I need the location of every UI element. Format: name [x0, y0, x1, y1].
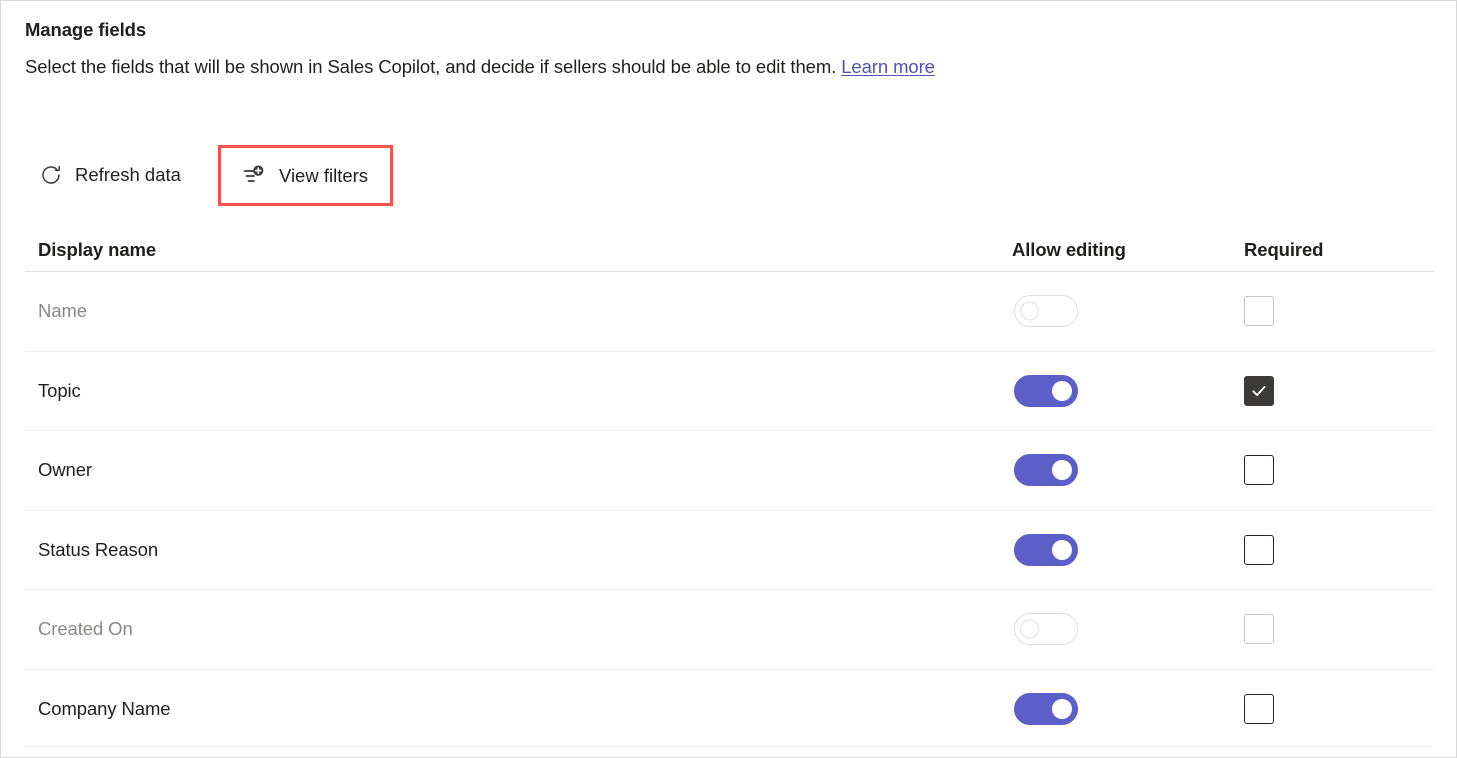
toggle-thumb	[1052, 539, 1072, 560]
table-row: Name	[25, 272, 1434, 352]
refresh-data-button[interactable]: Refresh data	[25, 153, 195, 197]
allow-editing-toggle[interactable]	[1014, 693, 1078, 726]
required-cell	[1234, 375, 1434, 406]
required-checkbox[interactable]	[1244, 375, 1274, 406]
view-filters-highlight-box: View filters	[217, 145, 394, 206]
filter-add-icon	[241, 164, 265, 188]
table-row: Company Name	[25, 670, 1434, 750]
allow-editing-cell	[1004, 693, 1234, 726]
allow-editing-cell	[1004, 374, 1234, 407]
header-block: Manage fields Select the fields that wil…	[25, 17, 1432, 80]
allow-editing-cell	[1004, 533, 1234, 566]
table-row: Owner	[25, 431, 1434, 511]
refresh-icon	[39, 163, 63, 187]
allow-editing-toggle[interactable]	[1014, 533, 1078, 566]
table-bottom-divider	[25, 746, 1432, 747]
field-display-name: Owner	[38, 459, 92, 481]
field-display-name: Topic	[38, 379, 81, 401]
field-display-name: Company Name	[38, 698, 171, 720]
field-display-name: Created On	[38, 618, 133, 640]
column-header-display-name: Display name	[38, 239, 157, 260]
learn-more-link[interactable]: Learn more	[841, 56, 935, 77]
allow-editing-toggle	[1014, 295, 1078, 328]
table-row: Status Reason	[25, 511, 1434, 590]
table-body: Name Topic Owner Status Reason Created On Com…	[25, 272, 1434, 749]
allow-editing-cell	[1004, 454, 1234, 487]
table-row: Created On	[25, 590, 1434, 670]
allow-editing-toggle	[1014, 613, 1078, 646]
required-cell	[1234, 534, 1434, 565]
field-display-name: Name	[38, 300, 87, 322]
page-subtitle: Select the fields that will be shown in …	[25, 54, 1432, 80]
toggle-thumb	[1020, 619, 1039, 639]
table-row: Topic	[25, 352, 1434, 431]
page-subtitle-text: Select the fields that will be shown in …	[25, 56, 842, 77]
refresh-data-label: Refresh data	[75, 164, 181, 185]
manage-fields-page: Manage fields Select the fields that wil…	[0, 0, 1457, 758]
allow-editing-cell	[1004, 613, 1234, 646]
required-cell	[1234, 296, 1434, 327]
field-display-name: Status Reason	[38, 538, 159, 560]
toggle-thumb	[1052, 699, 1072, 720]
required-cell	[1234, 614, 1434, 645]
table-header-row: Display name Allow editing Required	[25, 229, 1434, 272]
page-title: Manage fields	[25, 19, 147, 40]
column-header-allow-editing: Allow editing	[1012, 239, 1126, 260]
allow-editing-toggle[interactable]	[1014, 454, 1078, 487]
command-bar: Refresh data View filters	[25, 145, 394, 207]
required-cell	[1234, 694, 1434, 725]
fields-table: Display name Allow editing Required Name…	[25, 229, 1434, 749]
required-checkbox	[1244, 296, 1274, 327]
required-checkbox[interactable]	[1244, 694, 1274, 725]
required-cell	[1234, 455, 1434, 486]
allow-editing-cell	[1004, 295, 1234, 328]
required-checkbox	[1244, 614, 1274, 645]
column-header-required: Required	[1244, 239, 1324, 260]
toggle-thumb	[1020, 301, 1039, 321]
view-filters-button[interactable]: View filters	[221, 148, 390, 203]
required-checkbox[interactable]	[1244, 455, 1274, 486]
view-filters-label: View filters	[278, 164, 369, 186]
required-checkbox[interactable]	[1244, 534, 1274, 565]
toggle-thumb	[1052, 380, 1072, 401]
toggle-thumb	[1052, 460, 1072, 481]
allow-editing-toggle[interactable]	[1014, 374, 1078, 407]
